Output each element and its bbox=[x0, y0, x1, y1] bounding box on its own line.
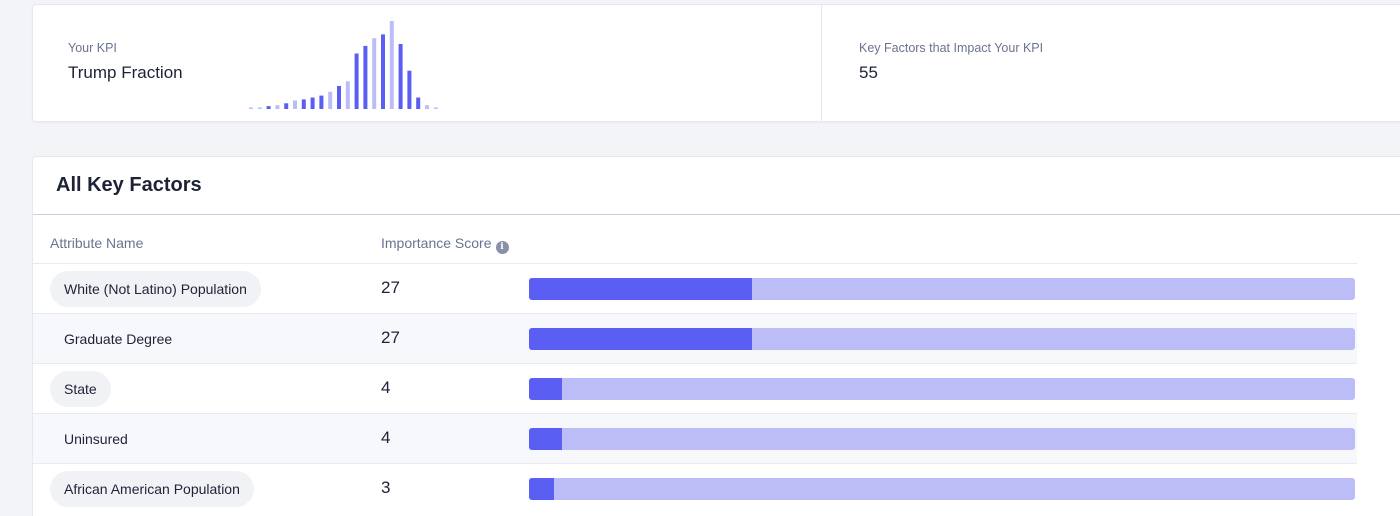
sparkline-bar bbox=[381, 34, 385, 109]
sparkline-bar bbox=[389, 21, 394, 109]
sparkline-bar bbox=[328, 91, 333, 109]
column-header-importance-label: Importance Score bbox=[381, 235, 492, 251]
importance-bar bbox=[529, 378, 1355, 400]
importance-score-value: 4 bbox=[381, 428, 391, 447]
sparkline-bar bbox=[372, 38, 377, 110]
all-key-factors-card: All Key Factors Attribute Name Importanc… bbox=[32, 156, 1400, 516]
column-header-attribute[interactable]: Attribute Name bbox=[50, 235, 143, 251]
importance-bar bbox=[529, 328, 1355, 350]
attribute-name-chip[interactable]: White (Not Latino) Population bbox=[50, 271, 261, 307]
kpi-distribution-sparkline bbox=[249, 21, 438, 110]
attribute-name-chip[interactable]: State bbox=[50, 371, 111, 407]
importance-bar-fill bbox=[529, 378, 563, 400]
importance-score-value: 27 bbox=[381, 278, 400, 297]
kpi-summary-card: Your KPI Trump Fraction Key Factors that… bbox=[32, 4, 1400, 122]
section-title: All Key Factors bbox=[56, 174, 202, 196]
importance-score-value: 27 bbox=[381, 328, 400, 347]
table-row[interactable]: Uninsured 4 bbox=[33, 413, 1357, 463]
table-row[interactable]: State 4 bbox=[33, 363, 1357, 413]
importance-bar-fill bbox=[529, 478, 554, 500]
importance-bar-fill bbox=[529, 428, 563, 450]
sparkline-bar bbox=[363, 45, 368, 109]
sparkline-bar bbox=[249, 107, 253, 109]
table-row[interactable]: African American Population 3 bbox=[33, 463, 1357, 513]
sparkline-bar bbox=[301, 99, 306, 109]
kpi-panel: Your KPI Trump Fraction bbox=[33, 5, 822, 121]
sparkline-bar bbox=[275, 105, 280, 109]
sparkline-bar bbox=[266, 106, 271, 109]
sparkline-bar bbox=[416, 97, 421, 109]
attribute-name-chip[interactable]: Graduate Degree bbox=[50, 321, 186, 357]
sparkline-bar bbox=[257, 107, 262, 109]
sparkline-bar bbox=[407, 70, 412, 109]
table-row[interactable]: Graduate Degree 27 bbox=[33, 313, 1357, 363]
importance-score-value: 3 bbox=[381, 478, 391, 497]
sparkline-bar bbox=[293, 100, 297, 109]
table-row[interactable]: White (Not Latino) Population 27 bbox=[33, 263, 1357, 313]
sparkline-bar bbox=[425, 105, 429, 109]
sparkline-bar bbox=[310, 97, 315, 109]
attribute-name-chip[interactable]: Uninsured bbox=[50, 421, 142, 457]
sparkline-bar bbox=[398, 44, 403, 109]
importance-score-value: 4 bbox=[381, 378, 391, 397]
sparkline-bar bbox=[354, 53, 359, 109]
divider bbox=[33, 214, 1400, 215]
key-factors-label: Key Factors that Impact Your KPI bbox=[859, 41, 1044, 55]
kpi-label: Your KPI bbox=[68, 41, 117, 55]
sparkline-bar bbox=[345, 81, 350, 109]
importance-bar-fill bbox=[529, 278, 753, 300]
importance-bar bbox=[529, 478, 1355, 500]
column-header-importance[interactable]: Importance Score i bbox=[381, 235, 509, 254]
sparkline-bar bbox=[284, 103, 289, 109]
sparkline-bar bbox=[337, 86, 341, 109]
key-factors-count: 55 bbox=[859, 63, 878, 82]
importance-bar-fill bbox=[529, 328, 753, 350]
info-icon[interactable]: i bbox=[495, 241, 509, 254]
kpi-name: Trump Fraction bbox=[68, 63, 183, 82]
sparkline-bar bbox=[433, 107, 438, 109]
importance-bar bbox=[529, 428, 1355, 450]
importance-bar bbox=[529, 278, 1355, 300]
sparkline-bar bbox=[319, 95, 324, 109]
attribute-name-chip[interactable]: African American Population bbox=[50, 471, 254, 507]
